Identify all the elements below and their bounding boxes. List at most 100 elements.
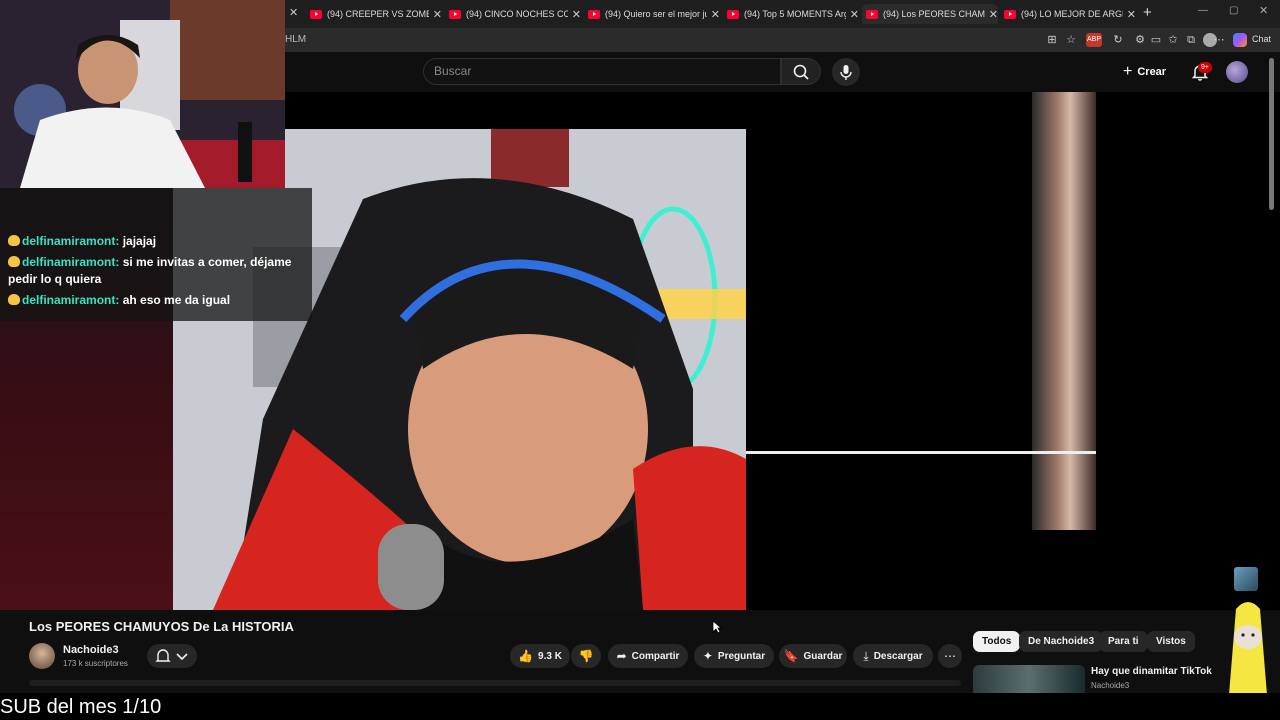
ask-button[interactable]: ✦ Preguntar <box>694 644 774 668</box>
channel-avatar[interactable] <box>29 643 55 669</box>
adblock-icon[interactable]: ABP <box>1086 33 1102 47</box>
youtube-favicon-icon <box>727 9 739 19</box>
recommended-video-title[interactable]: Hay que dinamitar TikTok <box>1091 666 1212 677</box>
dislike-button[interactable]: 👎 <box>571 644 601 668</box>
download-button[interactable]: ⤓ Descargar <box>853 644 933 668</box>
sparkle-icon: ✦ <box>702 649 713 663</box>
subscriber-count: 173 k suscriptores <box>63 659 128 668</box>
search-button[interactable] <box>781 58 821 85</box>
download-label: Descargar <box>873 650 923 662</box>
search-icon <box>793 64 809 80</box>
more-horizontal-icon: ⋯ <box>944 649 956 663</box>
split-screen-icon[interactable]: ▭ <box>1149 33 1163 47</box>
browser-tab[interactable]: (94) CREEPER VS ZOMBIE | E ✕ <box>310 4 442 24</box>
chat-message: delfinamiramont: ah eso me da igual <box>8 292 304 309</box>
page-scrollbar[interactable] <box>1269 58 1274 210</box>
close-tab-icon[interactable]: ✕ <box>989 8 998 21</box>
favorite-star-icon[interactable]: ☆ <box>1064 33 1078 47</box>
share-button[interactable]: ➦ Compartir <box>608 644 688 668</box>
chip-de-nachoide3[interactable]: De Nachoide3 <box>1019 631 1104 652</box>
voice-search-button[interactable] <box>832 58 860 86</box>
browser-tab[interactable]: (94) LO MEJOR DE ARGENTI ✕ <box>1004 4 1136 24</box>
webcam-illustration <box>0 0 285 188</box>
extensions-icon[interactable]: ⚙ <box>1133 33 1147 47</box>
copilot-icon[interactable] <box>1233 33 1247 47</box>
youtube-favicon-icon <box>866 9 878 19</box>
video-divider-line <box>746 451 1096 454</box>
close-tab-icon[interactable]: ✕ <box>289 6 298 19</box>
more-menu-icon[interactable]: ⋯ <box>1212 33 1226 47</box>
download-icon: ⤓ <box>863 648 869 663</box>
apps-icon[interactable]: ⊞ <box>1045 33 1059 47</box>
sub-of-month-banner: SUB del mes 1/10 <box>0 696 162 718</box>
browser-tab-active[interactable]: (94) Los PEORES CHAMUYO ✕ <box>862 4 998 24</box>
browser-tab[interactable]: (94) Top 5 MOMENTS Argen ✕ <box>727 4 859 24</box>
create-button[interactable]: + Crear <box>1123 60 1173 84</box>
chat-username: delfinamiramont: <box>22 255 120 269</box>
channel-name[interactable]: Nachoide3 <box>63 644 119 656</box>
collections-icon[interactable]: ⧉ <box>1184 33 1198 47</box>
chat-badge-icon <box>8 256 20 267</box>
chat-label[interactable]: Chat <box>1252 34 1271 44</box>
close-tab-icon[interactable]: ✕ <box>433 8 442 21</box>
search-input[interactable]: Buscar <box>423 58 781 85</box>
chip-todos[interactable]: Todos <box>973 631 1021 652</box>
mouse-cursor-icon <box>712 620 722 634</box>
tab-title: (94) LO MEJOR DE ARGENTI <box>1021 9 1123 19</box>
close-tab-icon[interactable]: ✕ <box>1127 8 1136 21</box>
chat-text: jajajaj <box>122 234 157 248</box>
bookmark-icon: 🔖 <box>783 649 799 663</box>
chat-text: ah eso me da igual <box>122 293 231 307</box>
chat-message: delfinamiramont: jajajaj <box>8 233 304 250</box>
video-title: Los PEORES CHAMUYOS De La HISTORIA <box>29 619 294 634</box>
tab-title: (94) CINCO NOCHES CON El <box>466 9 568 19</box>
url-field[interactable]: HLM <box>285 28 1035 52</box>
microphone-icon <box>840 65 852 80</box>
browser-tab[interactable]: (94) CINCO NOCHES CON El ✕ <box>449 4 581 24</box>
create-label: Crear <box>1137 66 1167 78</box>
close-window-icon[interactable]: ✕ <box>1259 4 1268 17</box>
chat-badge-icon <box>8 294 20 305</box>
chat-username: delfinamiramont: <box>22 234 120 248</box>
maximize-icon[interactable]: ▢ <box>1229 5 1238 16</box>
close-tab-icon[interactable]: ✕ <box>850 8 859 21</box>
save-button[interactable]: 🔖 Guardar <box>779 644 847 668</box>
youtube-favicon-icon <box>449 9 461 19</box>
video-side-clip <box>1032 92 1096 530</box>
address-bar: HLM ⊞ ☆ ABP ↻ ⚙ ▭ ✩ ⧉ ⋯ Chat <box>285 28 1280 52</box>
recommended-video-thumbnail[interactable] <box>973 665 1085 695</box>
close-tab-icon[interactable]: ✕ <box>572 8 581 21</box>
stream-chat-overlay: delfinamiramont: jajajaj delfinamiramont… <box>0 188 312 321</box>
streamer-webcam <box>0 0 285 188</box>
youtube-favicon-icon <box>1004 9 1016 19</box>
chat-badge-icon <box>8 235 20 246</box>
close-tab-icon[interactable]: ✕ <box>711 8 720 21</box>
thumbs-up-icon: 👍 <box>518 649 534 663</box>
chat-username: delfinamiramont: <box>22 293 120 307</box>
chip-vistos[interactable]: Vistos <box>1147 631 1195 652</box>
youtube-header: Buscar + Crear 9+ <box>285 52 1280 92</box>
notification-count-badge: 9+ <box>1198 62 1212 73</box>
account-avatar[interactable] <box>1226 61 1248 83</box>
subscription-bell-button[interactable] <box>147 644 197 668</box>
chip-para-ti[interactable]: Para ti <box>1099 631 1148 652</box>
youtube-favicon-icon <box>310 9 322 19</box>
save-label: Guardar <box>803 650 843 662</box>
refresh-extension-icon[interactable]: ↻ <box>1111 33 1125 47</box>
overlay-mini-image <box>1234 567 1258 591</box>
tab-title: (94) Los PEORES CHAMUYO <box>883 9 985 19</box>
tab-title: (94) CREEPER VS ZOMBIE | E <box>327 9 429 19</box>
ask-label: Preguntar <box>717 650 766 662</box>
minimize-icon[interactable]: — <box>1198 5 1208 16</box>
like-count: 9.3 K <box>538 650 562 662</box>
browser-tab[interactable]: (94) Quiero ser el mejor jung ✕ <box>588 4 720 24</box>
like-button[interactable]: 👍 9.3 K <box>510 644 570 668</box>
tab-title: (94) Quiero ser el mejor jung <box>605 9 707 19</box>
favorites-icon[interactable]: ✩ <box>1166 33 1180 47</box>
more-actions-button[interactable]: ⋯ <box>938 644 962 668</box>
description-box-edge <box>29 680 961 686</box>
thumbs-down-icon: 👎 <box>578 649 594 663</box>
plus-icon: + <box>1123 63 1133 80</box>
sub-banner-background <box>0 693 1280 720</box>
new-tab-icon[interactable]: + <box>1143 4 1152 21</box>
